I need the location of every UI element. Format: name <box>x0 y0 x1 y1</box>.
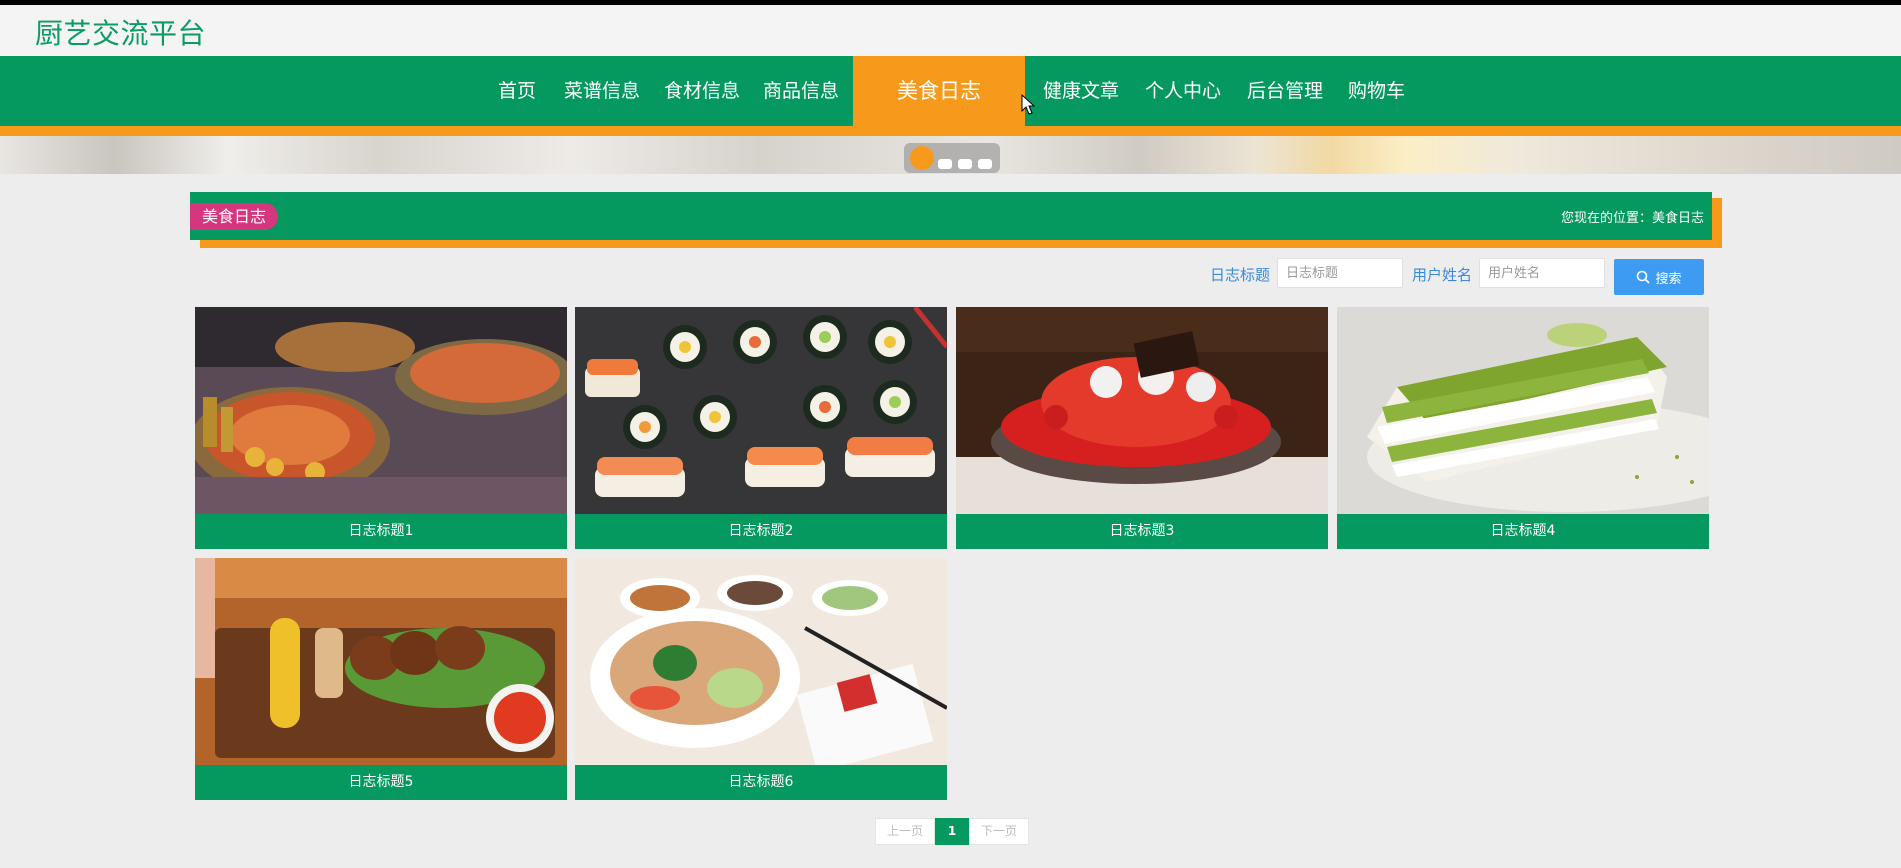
search-button-label: 搜索 <box>1655 270 1682 286</box>
search-button[interactable]: 搜索 <box>1614 259 1704 295</box>
site-header: 厨艺交流平台 <box>0 5 1901 56</box>
user-search-label: 用户姓名 <box>1412 266 1473 284</box>
title-search-input[interactable] <box>1277 258 1403 288</box>
diary-card[interactable]: 日志标题4 <box>1337 307 1709 549</box>
section-tag: 美食日志 <box>190 203 279 230</box>
carousel-dot-1[interactable] <box>910 146 934 170</box>
mouse-cursor-icon <box>1021 94 1035 115</box>
nav-item-food-diary[interactable]: 美食日志 <box>853 56 1025 126</box>
diary-card[interactable]: 日志标题1 <box>195 307 567 549</box>
diary-card-title[interactable]: 日志标题3 <box>956 514 1328 549</box>
carousel-dot-4[interactable] <box>978 159 992 169</box>
nav-item-health-articles[interactable]: 健康文章 <box>1043 56 1119 126</box>
carousel-dot-2[interactable] <box>938 159 952 169</box>
nav-item-products[interactable]: 商品信息 <box>763 56 839 126</box>
nav-item-cart[interactable]: 购物车 <box>1348 56 1405 126</box>
breadcrumb-location: 您现在的位置：美食日志 <box>1560 211 1704 226</box>
pagination-page-current[interactable]: 1 <box>935 818 969 845</box>
nav-item-personal-center[interactable]: 个人中心 <box>1145 56 1221 126</box>
diary-card-image-matcha-cake[interactable] <box>1337 307 1709 514</box>
nav-item-admin[interactable]: 后台管理 <box>1247 56 1323 126</box>
diary-card[interactable]: 日志标题6 <box>575 558 947 800</box>
diary-card-title[interactable]: 日志标题1 <box>195 514 567 549</box>
diary-card-title[interactable]: 日志标题6 <box>575 765 947 800</box>
carousel-dot-3[interactable] <box>958 159 972 169</box>
diary-card[interactable]: 日志标题5 <box>195 558 567 800</box>
diary-card[interactable]: 日志标题3 <box>956 307 1328 549</box>
diary-card-title[interactable]: 日志标题4 <box>1337 514 1709 549</box>
pagination-prev-button[interactable]: 上一页 <box>875 818 935 845</box>
diary-card-image-skewers[interactable] <box>195 558 567 765</box>
diary-card-image-strawberry[interactable] <box>956 307 1328 514</box>
diary-card[interactable]: 日志标题2 <box>575 307 947 549</box>
diary-card-image-sushi[interactable] <box>575 307 947 514</box>
nav-item-home[interactable]: 首页 <box>498 56 536 126</box>
diary-card-title[interactable]: 日志标题5 <box>195 765 567 800</box>
site-title[interactable]: 厨艺交流平台 <box>35 12 206 52</box>
carousel-indicators <box>904 143 1000 173</box>
nav-item-ingredients[interactable]: 食材信息 <box>664 56 740 126</box>
pagination-next-button[interactable]: 下一页 <box>969 818 1029 845</box>
user-search-input[interactable] <box>1479 258 1605 288</box>
title-search-label: 日志标题 <box>1210 266 1271 284</box>
diary-card-title[interactable]: 日志标题2 <box>575 514 947 549</box>
breadcrumb-bar <box>190 192 1712 240</box>
nav-accent-stripe <box>0 126 1901 136</box>
main-nav: 首页 菜谱信息 食材信息 商品信息 美食日志 健康文章 个人中心 后台管理 购物… <box>0 56 1901 126</box>
nav-item-recipes[interactable]: 菜谱信息 <box>564 56 640 126</box>
diary-card-image-noodles[interactable] <box>575 558 947 765</box>
search-icon <box>1637 270 1651 284</box>
diary-card-image-seafood[interactable] <box>195 307 567 514</box>
